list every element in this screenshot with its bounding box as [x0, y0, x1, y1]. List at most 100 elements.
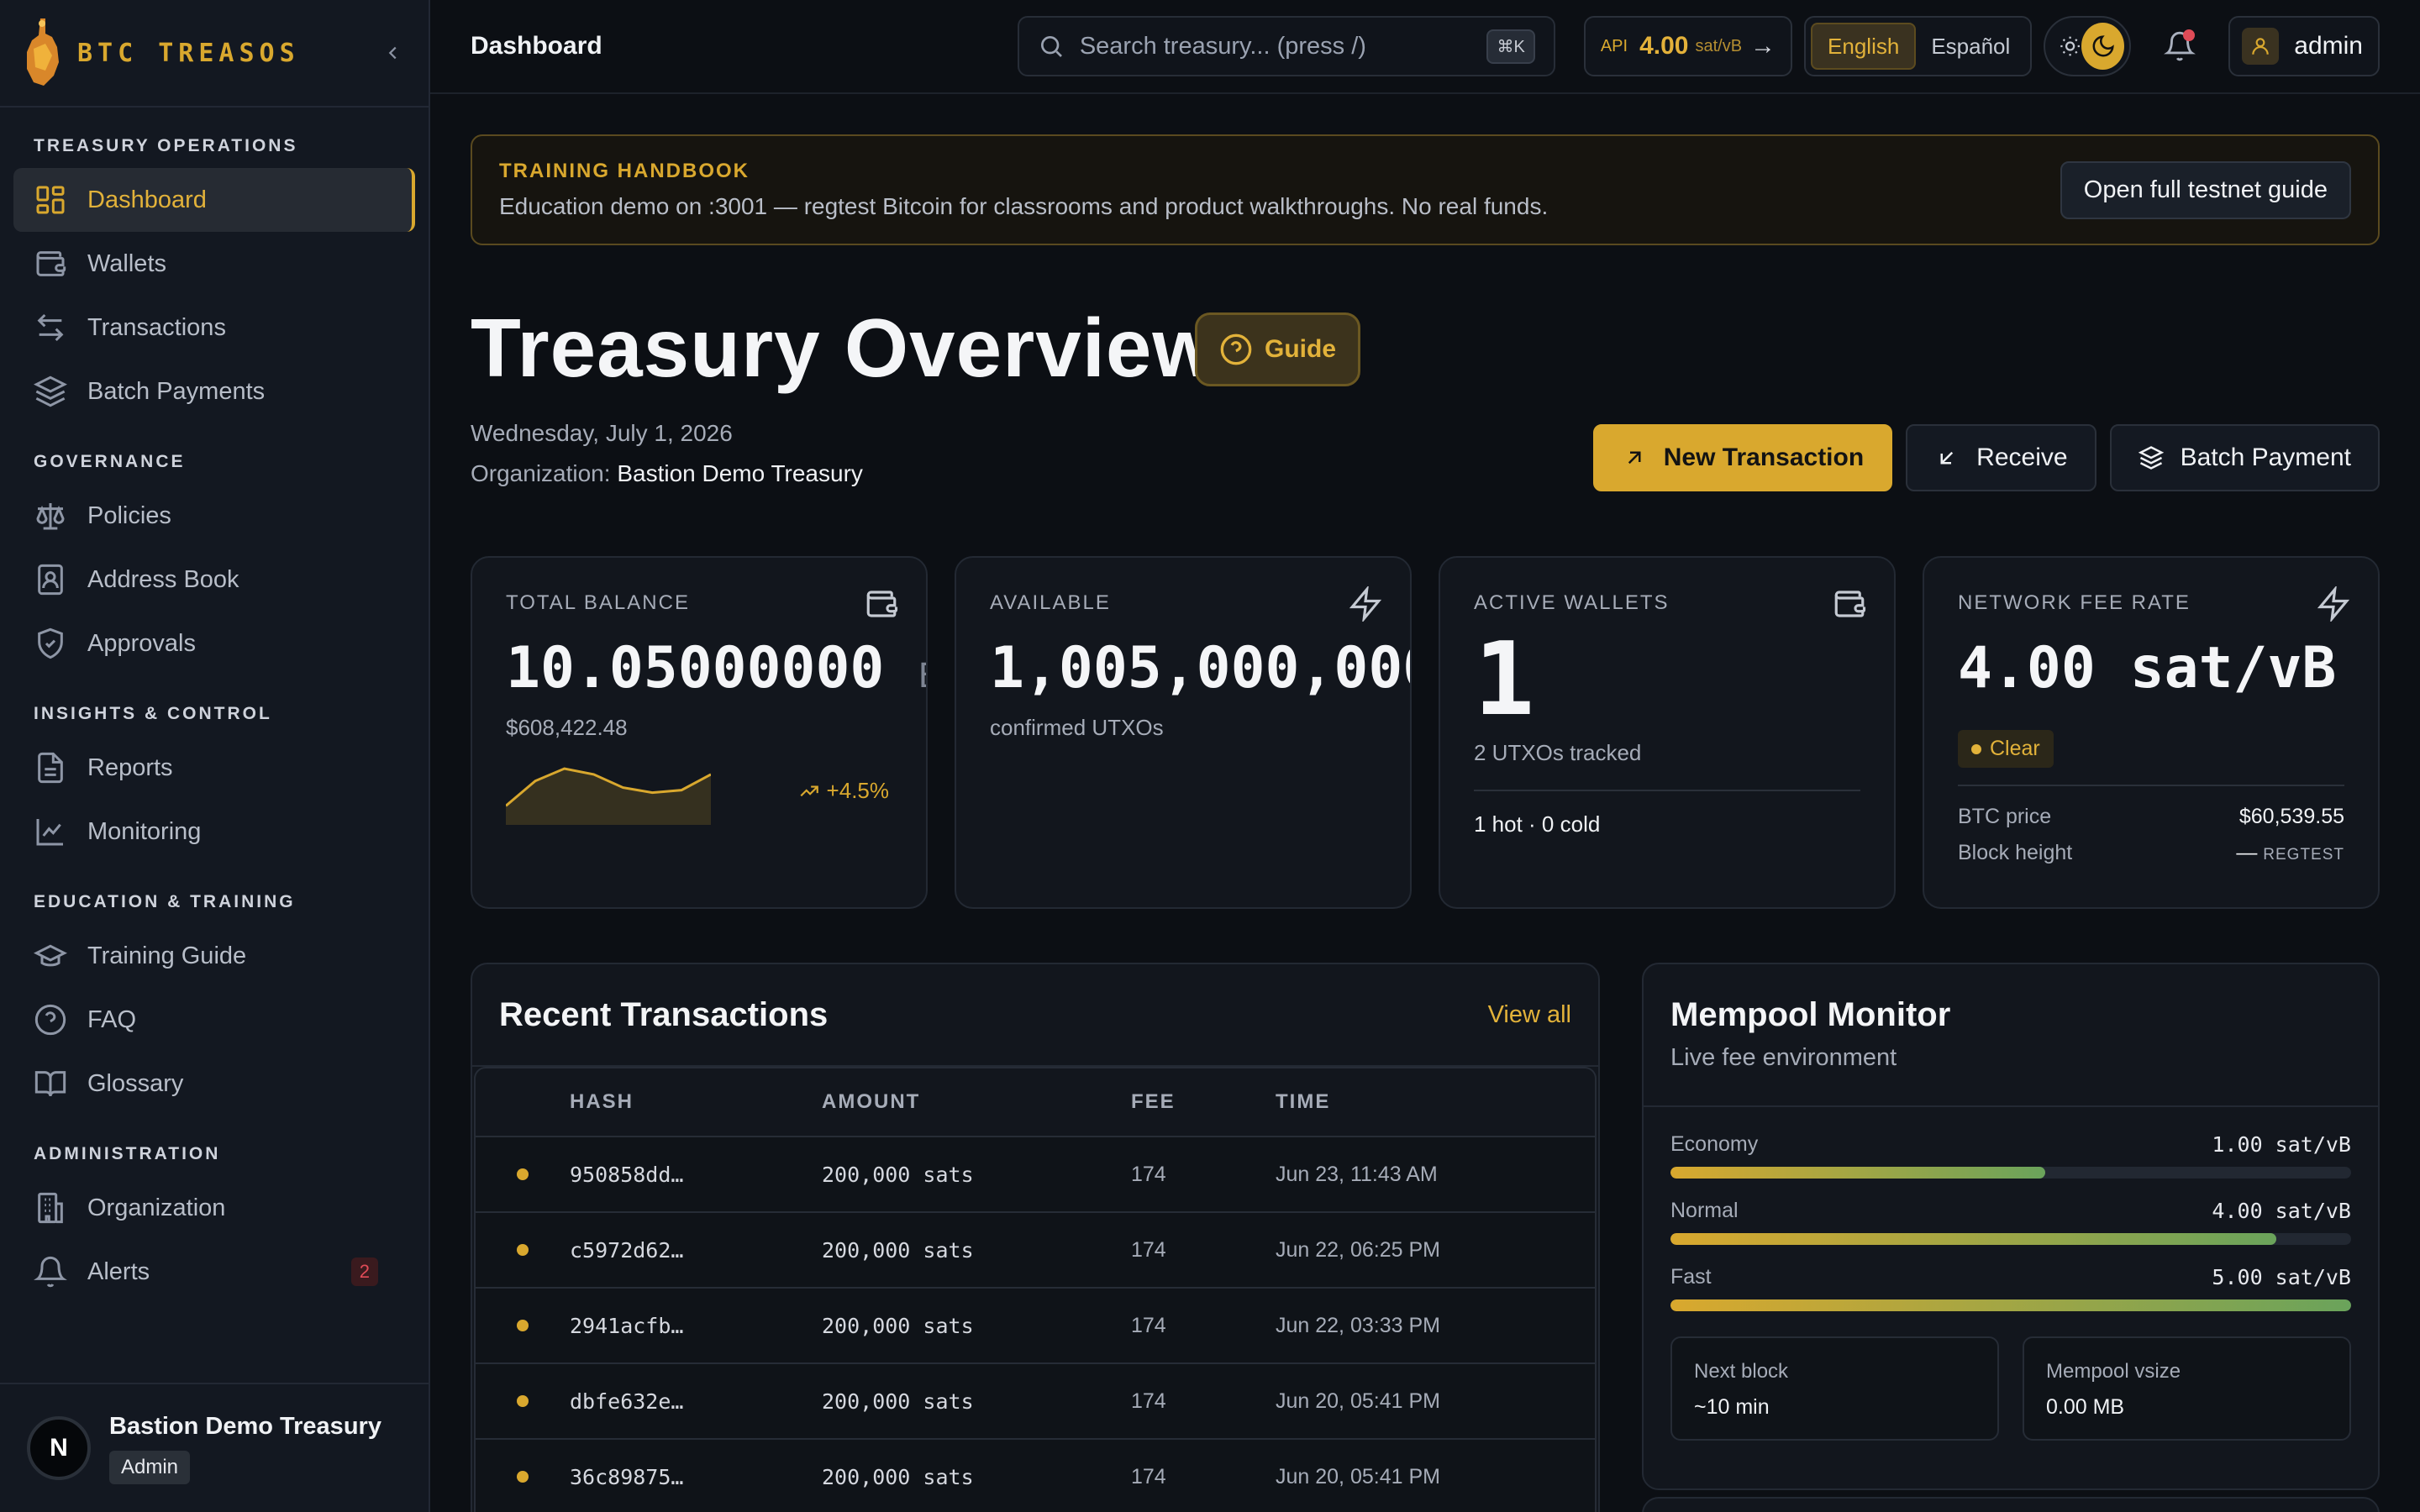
stat-label: Mempool vsize: [2046, 1360, 2181, 1383]
tx-amount: 200,000 sats: [822, 1313, 974, 1338]
mempool-vsize-stat: Mempool vsize 0.00 MB: [2023, 1336, 2351, 1441]
table-row[interactable]: dbfe632e… 200,000 sats 174 Jun 20, 05:41…: [476, 1362, 1595, 1438]
new-transaction-button[interactable]: New Transaction: [1592, 424, 1893, 491]
balance-value: 10.05000000 BTC: [506, 635, 926, 701]
page-header: Treasury Overview Guide Wednesday, July …: [471, 245, 2380, 522]
sidebar-item-monitoring[interactable]: Monitoring: [13, 800, 415, 864]
wallet-icon: [36, 251, 66, 276]
panel-title: Mempool Monitor: [1670, 996, 1951, 1033]
available-sub: confirmed UTXOs: [990, 715, 1164, 740]
arrow-down-left-icon: [1940, 451, 1954, 465]
sidebar-item-reports[interactable]: Reports: [13, 736, 415, 800]
breadcrumb: Dashboard: [471, 32, 602, 60]
nav-section-treasury-operations: TREASURY OPERATIONS: [34, 136, 298, 155]
recent-transactions-panel: Recent Transactions View all HASH AMOUNT…: [471, 963, 1600, 1512]
btc-price-row: BTC price $60,539.55: [1958, 805, 2344, 829]
fee-bar: [1670, 1167, 2351, 1179]
layers-icon: [2138, 446, 2164, 470]
organization-switcher[interactable]: N Bastion Demo Treasury Admin: [0, 1383, 429, 1512]
sidebar-item-label: Training Guide: [87, 942, 247, 969]
card-label: NETWORK FEE RATE: [1958, 591, 2191, 614]
sidebar-item-wallets[interactable]: Wallets: [13, 232, 415, 296]
search-shortcut: ⌘K: [1486, 29, 1535, 64]
api-fee-indicator[interactable]: API 4.00 sat/vB →: [1583, 16, 1793, 76]
banner-title: TRAINING HANDBOOK: [499, 160, 750, 182]
table-row[interactable]: 950858dd… 200,000 sats 174 Jun 23, 11:43…: [476, 1136, 1595, 1211]
open-guide-button[interactable]: Open full testnet guide: [2060, 160, 2351, 219]
next-panel-edge: [1642, 1497, 2380, 1512]
language-spanish-button[interactable]: Español: [1916, 23, 2025, 70]
sidebar-item-policies[interactable]: Policies: [13, 484, 415, 548]
document-icon: [38, 752, 63, 784]
status-dot: [517, 1395, 529, 1407]
bell-icon: [34, 1256, 67, 1288]
nav-section-education: EDUCATION & TRAINING: [34, 892, 296, 911]
table-header: HASH AMOUNT FEE TIME: [476, 1068, 1595, 1136]
transactions-table: HASH AMOUNT FEE TIME 950858dd… 200,000 s…: [474, 1067, 1597, 1512]
sidebar: BTC TREASOS TREASURY OPERATIONS Dashboar…: [0, 0, 430, 1512]
language-english-button[interactable]: English: [1811, 23, 1917, 70]
sidebar-item-alerts[interactable]: Alerts 2: [13, 1240, 415, 1304]
table-row[interactable]: c5972d62… 200,000 sats 174 Jun 22, 06:25…: [476, 1211, 1595, 1287]
brand-logo-icon: [27, 18, 59, 86]
layers-icon: [34, 375, 67, 407]
mempool-monitor-panel: Mempool Monitor Live fee environment Eco…: [1642, 963, 2380, 1490]
column-amount: AMOUNT: [822, 1090, 921, 1113]
collapse-sidebar-button[interactable]: [378, 38, 408, 68]
help-circle-icon: [34, 1004, 66, 1036]
guide-label: Guide: [1265, 335, 1337, 363]
fee-bar: [1670, 1233, 2351, 1245]
tx-hash: 950858dd…: [570, 1162, 684, 1187]
column-hash: HASH: [570, 1090, 634, 1113]
utxos-tracked: 2 UTXOs tracked: [1474, 740, 1642, 765]
batch-payment-button[interactable]: Batch Payment: [2109, 424, 2380, 491]
notifications-button[interactable]: [2154, 21, 2205, 71]
table-row[interactable]: 2941acfb… 200,000 sats 174 Jun 22, 03:33…: [476, 1287, 1595, 1362]
next-block-stat: Next block ~10 min: [1670, 1336, 1999, 1441]
receive-button[interactable]: Receive: [1906, 424, 2096, 491]
sidebar-item-faq[interactable]: FAQ: [13, 988, 415, 1052]
organization-line: Organization: Bastion Demo Treasury: [471, 460, 863, 487]
topbar: Dashboard Search treasury... (press /) ⌘…: [430, 0, 2420, 94]
table-row[interactable]: 36c89875… 200,000 sats 174 Jun 20, 05:41…: [476, 1438, 1595, 1512]
user-menu[interactable]: admin: [2228, 16, 2380, 76]
status-text: Clear: [1990, 737, 2040, 760]
sidebar-item-approvals[interactable]: Approvals: [13, 612, 415, 675]
balance-unit: BTC: [918, 657, 926, 696]
block-height-value: — REGTEST: [2236, 841, 2344, 864]
tx-hash: dbfe632e…: [570, 1389, 684, 1414]
help-circle-icon: [1220, 333, 1252, 365]
shield-check-icon: [38, 627, 63, 659]
sidebar-item-label: Policies: [87, 501, 171, 529]
header-actions: New Transaction Receive Batch Payment: [1592, 424, 2380, 491]
tx-time: Jun 22, 03:33 PM: [1276, 1313, 1440, 1337]
sidebar-item-glossary[interactable]: Glossary: [13, 1052, 415, 1116]
sidebar-item-training-guide[interactable]: Training Guide: [13, 924, 415, 988]
sidebar-item-transactions[interactable]: Transactions: [13, 296, 415, 360]
sidebar-item-label: FAQ: [87, 1005, 137, 1033]
training-banner: TRAINING HANDBOOK Education demo on :300…: [471, 134, 2380, 245]
brand-name: BTC TREASOS: [77, 38, 300, 68]
org-label: Organization:: [471, 460, 611, 486]
sparkline-area: [506, 769, 711, 825]
guide-button[interactable]: Guide: [1195, 312, 1361, 386]
username: admin: [2294, 32, 2363, 60]
tx-time: Jun 20, 05:41 PM: [1276, 1389, 1440, 1413]
theme-toggle[interactable]: [2044, 16, 2132, 76]
tx-fee: 174: [1131, 1464, 1166, 1488]
api-fee-value: 4.00: [1639, 32, 1689, 60]
view-all-link[interactable]: View all: [1488, 1001, 1571, 1029]
batch-payment-label: Batch Payment: [2180, 444, 2351, 471]
status-dot: [517, 1244, 529, 1256]
sidebar-item-batch-payments[interactable]: Batch Payments: [13, 360, 415, 423]
tx-hash: 2941acfb…: [570, 1313, 684, 1338]
tier-rate: 4.00 sat/vB: [2212, 1199, 2351, 1223]
sidebar-item-address-book[interactable]: Address Book: [13, 548, 415, 612]
available-value: 1,005,000,000: [990, 635, 1412, 701]
lightning-icon: [2317, 586, 2350, 622]
tier-rate: 5.00 sat/vB: [2212, 1265, 2351, 1289]
sidebar-item-label: Alerts: [87, 1257, 150, 1285]
search-input[interactable]: Search treasury... (press /) ⌘K: [1017, 16, 1555, 76]
sidebar-item-organization[interactable]: Organization: [13, 1176, 415, 1240]
sidebar-item-dashboard[interactable]: Dashboard: [13, 168, 415, 232]
